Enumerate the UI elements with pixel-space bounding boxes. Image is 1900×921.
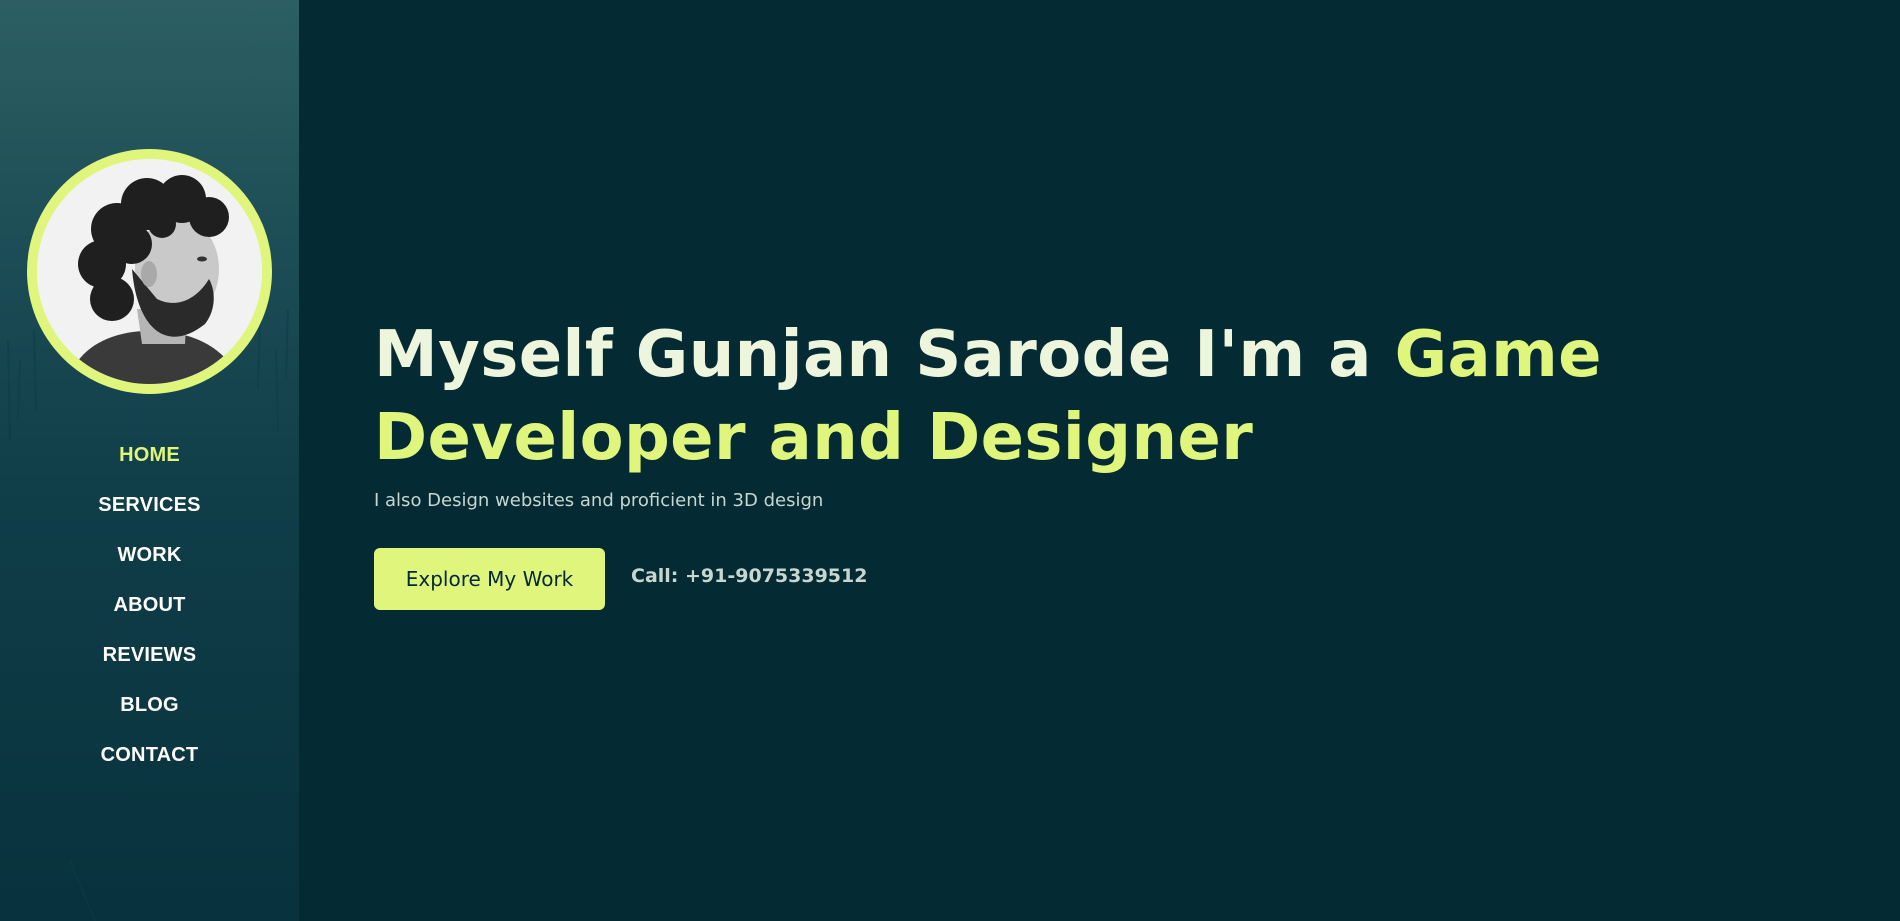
nav-item-reviews[interactable]: REVIEWS [0, 638, 299, 688]
avatar-photo [37, 159, 262, 384]
nav-item-contact[interactable]: CONTACT [0, 738, 299, 788]
hero-headline: Myself Gunjan Sarode I'm a Game Develope… [374, 314, 1674, 480]
hero-subtitle: I also Design websites and proficient in… [374, 490, 824, 511]
sidebar: HOME SERVICES WORK ABOUT REVIEWS BLOG CO… [0, 0, 299, 921]
explore-work-button[interactable]: Explore My Work [374, 548, 605, 610]
nav-item-blog[interactable]: BLOG [0, 688, 299, 738]
main-nav: HOME SERVICES WORK ABOUT REVIEWS BLOG CO… [0, 438, 299, 788]
nav-item-work[interactable]: WORK [0, 538, 299, 588]
nav-item-about[interactable]: ABOUT [0, 588, 299, 638]
call-phone-link[interactable]: Call: +91-9075339512 [631, 565, 867, 587]
hero-section: Myself Gunjan Sarode I'm a Game Develope… [374, 314, 1674, 610]
avatar [27, 149, 272, 394]
headline-plain-text: Myself Gunjan Sarode I'm a [374, 318, 1395, 392]
hero-actions: Explore My Work Call: +91-9075339512 [374, 548, 1674, 610]
page: HOME SERVICES WORK ABOUT REVIEWS BLOG CO… [0, 0, 1900, 921]
nav-item-services[interactable]: SERVICES [0, 488, 299, 538]
nav-item-home[interactable]: HOME [0, 438, 299, 488]
